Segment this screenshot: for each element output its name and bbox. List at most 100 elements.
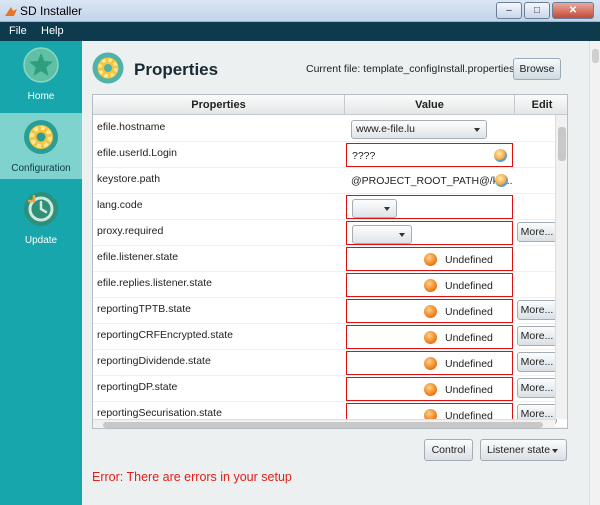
gear-icon xyxy=(92,52,124,84)
value-dropdown[interactable]: www.e-file.lu xyxy=(351,120,487,139)
clock-refresh-icon xyxy=(24,192,58,226)
control-button[interactable]: Control xyxy=(424,439,473,461)
sidebar-item-home[interactable]: Home xyxy=(0,41,82,107)
state-indicator-icon xyxy=(424,331,437,344)
app-icon xyxy=(5,7,17,16)
window-title: SD Installer xyxy=(20,4,83,18)
sidebar-item-label: Update xyxy=(24,235,58,246)
value-cell[interactable]: Undefined xyxy=(346,377,513,401)
value-cell[interactable]: Undefined xyxy=(346,247,513,271)
edit-cell xyxy=(515,272,559,298)
value-cell[interactable]: Undefined xyxy=(346,273,513,297)
sidebar-item-label: Home xyxy=(27,91,55,102)
edit-value-icon[interactable] xyxy=(494,149,507,162)
more-button[interactable]: More... xyxy=(517,352,557,372)
state-indicator-icon xyxy=(424,253,437,266)
value-cell[interactable]: @PROJECT_ROOT_PATH@/ke... xyxy=(346,169,513,193)
sidebar-item-update[interactable]: Update xyxy=(0,185,82,251)
chevron-down-icon xyxy=(474,128,480,132)
edit-cell xyxy=(515,194,559,220)
value-cell[interactable]: Undefined xyxy=(346,351,513,375)
property-name: efile.listener.state xyxy=(97,251,179,263)
value-cell[interactable] xyxy=(346,221,513,245)
property-name: lang.code xyxy=(97,199,143,211)
column-header-edit[interactable]: Edit xyxy=(515,95,567,115)
table-row[interactable]: efile.userId.Login???? xyxy=(93,142,567,168)
value-cell[interactable]: Undefined xyxy=(346,325,513,349)
table-row[interactable]: reportingDP.state Undefined More... xyxy=(93,376,567,402)
table-row[interactable]: reportingTPTB.state Undefined More... xyxy=(93,298,567,324)
column-header-properties[interactable]: Properties xyxy=(93,95,345,115)
edit-cell xyxy=(515,168,559,194)
close-button[interactable]: ✕ xyxy=(552,2,594,19)
table-row[interactable]: efile.hostname www.e-file.lu xyxy=(93,116,567,142)
table-row[interactable]: reportingCRFEncrypted.state Undefined More… xyxy=(93,324,567,350)
edit-cell: More... xyxy=(515,324,559,350)
more-button[interactable]: More... xyxy=(517,326,557,346)
property-name: proxy.required xyxy=(97,225,164,237)
listener-state-dropdown[interactable]: Listener state xyxy=(480,439,567,461)
value-cell[interactable]: ???? xyxy=(346,143,513,167)
table-row[interactable]: proxy.required More... xyxy=(93,220,567,246)
chevron-down-icon xyxy=(552,449,558,453)
value-text: ???? xyxy=(352,150,376,162)
edit-cell: More... xyxy=(515,376,559,402)
table-row[interactable]: efile.listener.state Undefined xyxy=(93,246,567,272)
page-title: Properties xyxy=(134,60,219,79)
value-cell[interactable] xyxy=(346,195,513,219)
state-text: Undefined xyxy=(445,332,493,344)
sidebar: Home Configuration Update xyxy=(0,41,82,505)
value-dropdown[interactable] xyxy=(352,199,397,218)
value-dropdown[interactable] xyxy=(352,225,412,244)
more-button[interactable]: More... xyxy=(517,378,557,398)
property-name: efile.replies.listener.state xyxy=(97,277,212,289)
column-header-value[interactable]: Value xyxy=(345,95,515,115)
sidebar-item-configuration[interactable]: Configuration xyxy=(0,113,82,179)
maximize-button[interactable]: □ xyxy=(524,2,550,19)
property-name: efile.userId.Login xyxy=(97,147,177,159)
table-horizontal-scrollbar[interactable] xyxy=(93,419,555,428)
value-cell[interactable]: www.e-file.lu xyxy=(346,117,513,141)
state-text: Undefined xyxy=(445,384,493,396)
listener-state-label: Listener state xyxy=(487,444,551,456)
table-row[interactable]: lang.code xyxy=(93,194,567,220)
table-vertical-scrollbar[interactable] xyxy=(555,115,567,419)
sidebar-item-label: Configuration xyxy=(11,163,71,174)
property-name: keystore.path xyxy=(97,173,161,185)
state-indicator-icon xyxy=(424,383,437,396)
property-name: reportingTPTB.state xyxy=(97,303,191,315)
table-row[interactable]: efile.replies.listener.state Undefined xyxy=(93,272,567,298)
window-vertical-scrollbar[interactable] xyxy=(589,41,600,505)
property-name: reportingCRFEncrypted.state xyxy=(97,329,233,341)
edit-cell xyxy=(515,246,559,272)
property-name: reportingDP.state xyxy=(97,381,178,393)
property-name: reportingDividende.state xyxy=(97,355,211,367)
edit-cell: More... xyxy=(515,350,559,376)
properties-table: Properties Value Edit efile.hostname www.… xyxy=(92,94,568,429)
menu-bar: File Help xyxy=(0,22,600,41)
property-name: efile.hostname xyxy=(97,121,166,133)
value-text: @PROJECT_ROOT_PATH@/ke... xyxy=(351,175,513,187)
minimize-button[interactable]: – xyxy=(496,2,522,19)
edit-value-icon[interactable] xyxy=(495,174,508,187)
table-row[interactable]: reportingDividende.state Undefined More... xyxy=(93,350,567,376)
state-text: Undefined xyxy=(445,280,493,292)
state-text: Undefined xyxy=(445,358,493,370)
more-button[interactable]: More... xyxy=(517,300,557,320)
more-button[interactable]: More... xyxy=(517,222,557,242)
menu-file[interactable]: File xyxy=(9,25,27,37)
error-message: Error: There are errors in your setup xyxy=(92,470,292,484)
state-indicator-icon xyxy=(424,305,437,318)
menu-help[interactable]: Help xyxy=(41,25,64,37)
table-row[interactable]: keystore.path @PROJECT_ROOT_PATH@/ke... xyxy=(93,168,567,194)
title-bar: SD Installer – □ ✕ xyxy=(0,0,600,22)
edit-cell xyxy=(515,142,559,168)
browse-button[interactable]: Browse xyxy=(513,58,561,80)
star-icon xyxy=(23,47,59,83)
chevron-down-icon xyxy=(384,207,390,211)
dropdown-value: www.e-file.lu xyxy=(356,123,415,135)
value-cell[interactable]: Undefined xyxy=(346,299,513,323)
chevron-down-icon xyxy=(399,233,405,237)
table-header: Properties Value Edit xyxy=(93,95,567,115)
edit-cell xyxy=(515,116,559,142)
